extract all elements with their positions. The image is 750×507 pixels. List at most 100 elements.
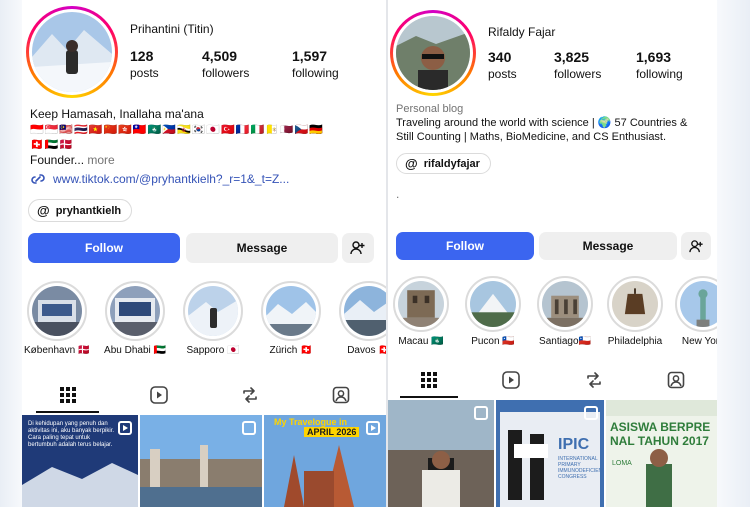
bio-dot: . xyxy=(396,187,400,201)
post-thumbnail[interactable] xyxy=(140,415,262,507)
reels-icon xyxy=(149,386,168,404)
abudhabi-icon xyxy=(110,286,160,336)
threads-badge[interactable]: @ rifaldyfajar xyxy=(396,153,491,174)
stat-posts[interactable]: 128 posts xyxy=(130,48,159,80)
avatar-ring[interactable] xyxy=(390,10,476,96)
highlight-label: København 🇩🇰 xyxy=(24,345,91,356)
highlight-macau[interactable]: Macau 🇲🇴 xyxy=(390,276,452,347)
tab-tagged[interactable] xyxy=(635,362,717,398)
sapporo-icon xyxy=(188,286,238,336)
add-user-button[interactable] xyxy=(342,233,374,263)
tagged-icon xyxy=(332,386,349,404)
pucon-icon xyxy=(470,281,516,327)
post-caption: LOMA xyxy=(612,460,632,467)
carousel-icon xyxy=(474,406,488,420)
bio-line-2: Still Counting | Maths, BioMedicine, and… xyxy=(396,131,667,143)
stat-label: followers xyxy=(554,67,602,81)
add-person-icon xyxy=(350,241,365,255)
profile-link[interactable]: www.tiktok.com/@pryhantkielh?_r=1&_t=Z..… xyxy=(30,172,289,186)
stat-label: following xyxy=(636,67,683,81)
post-caption: INTERNATIONAL PRIMARY IMMUNODEFICIENCIES… xyxy=(558,456,604,480)
message-button[interactable]: Message xyxy=(186,233,338,263)
tab-grid[interactable] xyxy=(22,377,113,413)
highlight-newyork[interactable]: New York xyxy=(670,276,717,347)
stat-label: posts xyxy=(488,67,517,81)
highlight-label: Santiago🇨🇱 xyxy=(539,336,591,347)
bio-founder: Founder... more xyxy=(30,152,115,168)
tab-reposts[interactable] xyxy=(204,377,295,413)
avatar-ring[interactable] xyxy=(26,6,118,98)
message-button[interactable]: Message xyxy=(539,232,677,260)
post-thumbnail[interactable]: My Travelogue in APRIL 2026 xyxy=(264,415,386,507)
newyork-icon xyxy=(680,281,717,327)
stat-number: 1,693 xyxy=(636,49,672,65)
stat-number: 340 xyxy=(488,49,512,65)
macau-icon xyxy=(398,281,444,327)
more-link[interactable]: more xyxy=(87,153,114,167)
tagged-icon xyxy=(667,371,685,389)
stat-following[interactable]: 1,597 following xyxy=(292,48,339,80)
highlight-label: Davos 🇨🇭 xyxy=(347,345,386,356)
post-caption: Di kehidupan yang penuh dan aktivitas in… xyxy=(28,421,115,448)
tab-tagged[interactable] xyxy=(295,377,386,413)
highlight-davos[interactable]: Davos 🇨🇭 xyxy=(336,281,386,356)
highlight-label: Zürich 🇨🇭 xyxy=(269,345,313,356)
threads-handle: rifaldyfajar xyxy=(423,157,480,170)
repost-icon xyxy=(242,387,257,403)
stat-followers[interactable]: 4,509 followers xyxy=(202,48,249,80)
santiago-icon xyxy=(542,281,588,327)
highlight-sapporo[interactable]: Sapporo 🇯🇵 xyxy=(180,281,246,356)
zurich-icon xyxy=(266,286,316,336)
follow-button[interactable]: Follow xyxy=(396,232,534,260)
stat-followers[interactable]: 3,825 followers xyxy=(554,49,601,81)
reels-icon xyxy=(502,371,521,389)
threads-badge[interactable]: @ pryhantkielh xyxy=(28,199,133,222)
highlight-abudhabi[interactable]: Abu Dhabi 🇦🇪 xyxy=(102,281,168,356)
highlight-label: Sapporo 🇯🇵 xyxy=(186,345,240,356)
link-text: www.tiktok.com/@pryhantkielh?_r=1&_t=Z..… xyxy=(53,172,290,186)
stat-posts[interactable]: 340 posts xyxy=(488,49,517,81)
avatar xyxy=(32,12,112,92)
stat-number: 3,825 xyxy=(554,49,590,65)
stat-number: 4,509 xyxy=(202,48,238,64)
threads-handle: pryhantkielh xyxy=(55,204,122,217)
threads-icon: @ xyxy=(37,203,50,218)
highlight-santiago[interactable]: Santiago🇨🇱 xyxy=(532,276,598,347)
stat-following[interactable]: 1,693 following xyxy=(636,49,683,81)
post-thumbnail[interactable]: IPIC INTERNATIONAL PRIMARY IMMUNODEFICIE… xyxy=(496,400,604,507)
repost-icon xyxy=(586,372,601,388)
post-thumbnail[interactable]: Di kehidupan yang penuh dan aktivitas in… xyxy=(22,415,138,507)
highlight-label: Abu Dhabi 🇦🇪 xyxy=(104,345,166,356)
post-title: IPIC xyxy=(558,436,590,453)
grid-icon xyxy=(421,372,438,388)
tab-reels[interactable] xyxy=(470,362,552,398)
reel-icon xyxy=(118,421,132,435)
profile-panel-right: Rifaldy Fajar 340 posts 3,825 followers … xyxy=(388,0,717,507)
tab-reels[interactable] xyxy=(113,377,204,413)
highlight-zurich[interactable]: Zürich 🇨🇭 xyxy=(258,281,324,356)
post-thumbnail[interactable]: ASISWA BERPRE NAL TAHUN 2017 LOMA xyxy=(606,400,717,507)
highlight-copenhagen[interactable]: København 🇩🇰 xyxy=(24,281,90,356)
stat-label: following xyxy=(292,66,339,80)
post-thumbnail[interactable] xyxy=(388,400,494,507)
tab-reposts[interactable] xyxy=(553,362,635,398)
reel-icon xyxy=(366,421,380,435)
highlight-philadelphia[interactable]: Philadelphia xyxy=(602,276,668,347)
highlight-pucon[interactable]: Pucon 🇨🇱 xyxy=(460,276,526,347)
grid-icon xyxy=(59,387,76,403)
philadelphia-icon xyxy=(612,281,658,327)
follow-button[interactable]: Follow xyxy=(28,233,180,263)
bio-flags-row-1: 🇮🇩🇸🇬🇲🇾🇹🇭🇻🇳🇨🇳🇭🇰🇹🇼🇲🇴🇵🇭🇧🇳🇰🇷🇯🇵🇹🇷🇫🇷🇮🇹🇻🇦🇶🇦🇨🇿🇩🇪 xyxy=(30,124,324,136)
add-person-icon xyxy=(688,239,703,252)
highlight-label: Macau 🇲🇴 xyxy=(398,336,444,347)
posts-grid: IPIC INTERNATIONAL PRIMARY IMMUNODEFICIE… xyxy=(388,400,717,507)
carousel-icon xyxy=(242,421,256,435)
profile-username: Prihantini (Titin) xyxy=(130,22,214,36)
link-icon xyxy=(31,174,45,184)
bio-line: Keep Hamasah, Inallaha ma'ana xyxy=(30,107,204,121)
add-user-button[interactable] xyxy=(681,232,711,260)
stat-label: posts xyxy=(130,66,159,80)
threads-icon: @ xyxy=(405,156,418,171)
tab-grid[interactable] xyxy=(388,362,470,398)
davos-icon xyxy=(344,286,386,336)
